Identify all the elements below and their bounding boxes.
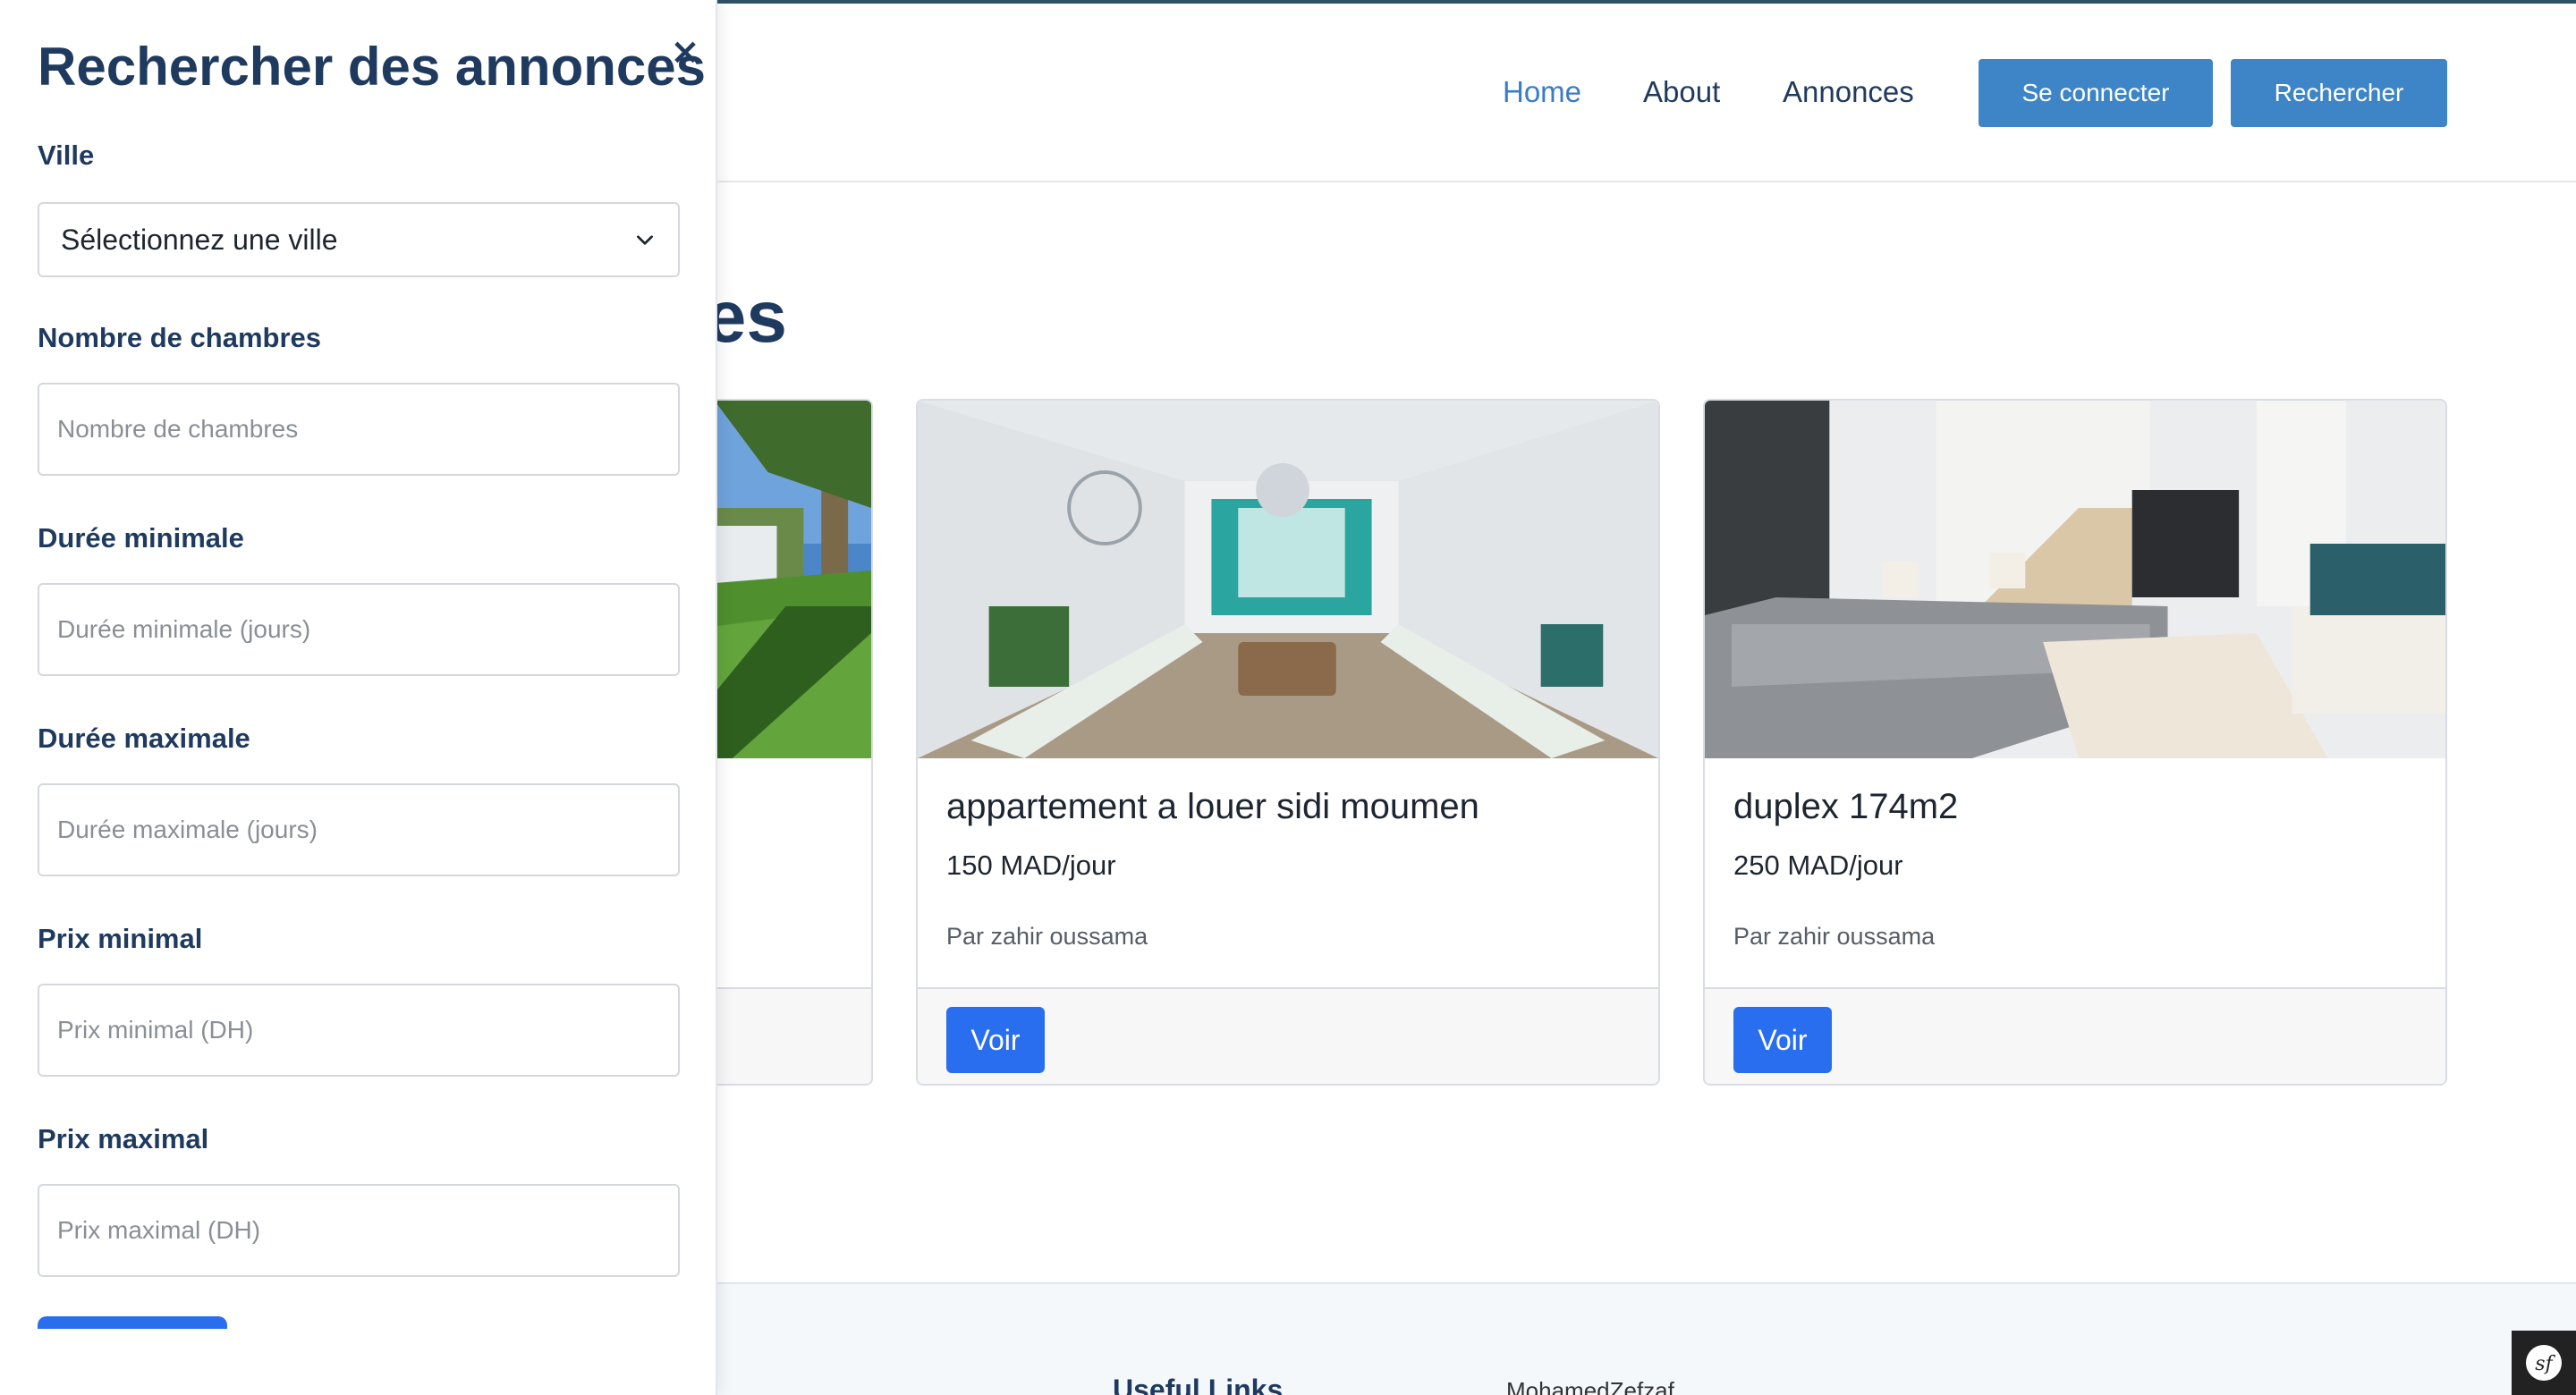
listing-owner: Par zahir oussama bbox=[1733, 923, 1936, 950]
search-button[interactable]: Rechercher bbox=[2231, 59, 2447, 127]
footer-links-heading: Useful Links bbox=[1113, 1374, 1284, 1395]
chevron-down-icon bbox=[637, 235, 653, 245]
city-label: Ville bbox=[38, 140, 95, 171]
min-duration-label: Durée minimale bbox=[38, 522, 244, 554]
login-button[interactable]: Se connecter bbox=[1979, 59, 2213, 127]
close-icon[interactable]: × bbox=[669, 34, 701, 70]
max-price-label: Prix maximal bbox=[38, 1123, 209, 1154]
rooms-label: Nombre de chambres bbox=[38, 322, 321, 353]
view-listing-button[interactable]: Voir bbox=[1733, 1007, 1832, 1073]
nav-home[interactable]: Home bbox=[1503, 75, 1581, 109]
symfony-toolbar-icon[interactable]: sf bbox=[2512, 1331, 2576, 1395]
submit-search-button[interactable] bbox=[38, 1316, 227, 1329]
card-footer: Voir bbox=[1705, 987, 2445, 1084]
nav-about[interactable]: About bbox=[1643, 75, 1720, 109]
max-duration-input[interactable] bbox=[38, 783, 680, 876]
listing-title[interactable]: duplex 174m2 bbox=[1733, 787, 1958, 827]
card-footer: Voir bbox=[918, 987, 1658, 1084]
listing-price: 250 MAD/jour bbox=[1733, 850, 1903, 881]
listing-owner: Par zahir oussama bbox=[946, 923, 1148, 950]
sidebar-title: Rechercher des annonces bbox=[38, 37, 706, 97]
listing-title[interactable]: appartement a louer sidi moumen bbox=[946, 787, 1479, 827]
nav-annonces[interactable]: Annonces bbox=[1783, 75, 1914, 109]
duplex-photo bbox=[1705, 401, 2445, 758]
min-price-input[interactable] bbox=[38, 984, 680, 1077]
max-duration-label: Durée maximale bbox=[38, 723, 250, 754]
city-select-value: Sélectionnez une ville bbox=[61, 223, 338, 256]
view-listing-button[interactable]: Voir bbox=[946, 1007, 1045, 1073]
footer-author: MohamedZefzaf bbox=[1506, 1377, 1674, 1395]
symfony-logo-icon: sf bbox=[2526, 1345, 2562, 1381]
listing-card: appartement a louer sidi moumen 150 MAD/… bbox=[916, 399, 1660, 1086]
city-select[interactable]: Sélectionnez une ville bbox=[38, 202, 680, 277]
section-title-text: es bbox=[705, 276, 787, 358]
listing-image[interactable] bbox=[1705, 401, 2445, 758]
max-price-input[interactable] bbox=[38, 1184, 680, 1277]
living-room-photo bbox=[918, 401, 1658, 758]
min-duration-input[interactable] bbox=[38, 583, 680, 676]
listing-card: duplex 174m2 250 MAD/jour Par zahir ouss… bbox=[1703, 399, 2447, 1086]
search-sidebar: Rechercher des annonces × Ville Sélectio… bbox=[0, 0, 717, 1395]
rooms-input[interactable] bbox=[38, 383, 680, 476]
listing-image[interactable] bbox=[918, 401, 1658, 758]
listing-price: 150 MAD/jour bbox=[946, 850, 1116, 881]
min-price-label: Prix minimal bbox=[38, 923, 203, 954]
